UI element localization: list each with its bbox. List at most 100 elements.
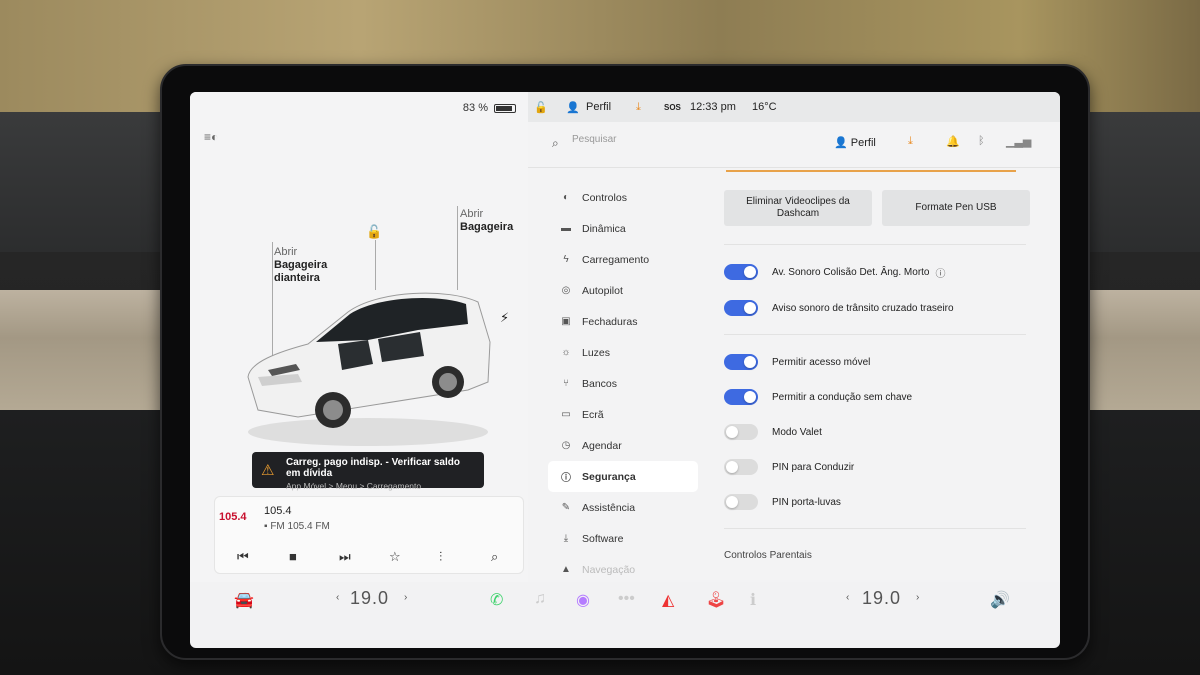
nav-software[interactable]: ⤓ Software <box>548 523 698 554</box>
bell-icon[interactable]: 🔔 <box>946 135 960 148</box>
pin-to-drive-toggle[interactable] <box>724 459 758 475</box>
toggle-label: Permitir acesso móvel <box>772 356 871 368</box>
navigation-icon: ▲ <box>561 564 571 575</box>
steering-icon: ◎ <box>561 285 571 296</box>
top-profile-label[interactable]: Perfil <box>586 101 611 113</box>
driver-temperature: 19.0 <box>350 588 390 608</box>
nav-label: Fechaduras <box>582 315 638 328</box>
volume-icon[interactable]: 🔊 <box>990 590 1010 610</box>
nav-label: Navegação <box>582 563 636 576</box>
download-icon[interactable]: ⤓ <box>636 101 641 114</box>
media-search-icon[interactable]: ⌕ <box>491 549 498 565</box>
sos-icon[interactable]: SOS <box>664 103 681 112</box>
temp-left-up-arrow[interactable]: › <box>404 592 407 603</box>
toggle-label: PIN para Conduzir <box>772 461 855 473</box>
car-model-image <box>247 292 491 446</box>
nav-agendar[interactable]: ◷ Agendar <box>548 430 698 461</box>
toggle-label: PIN porta-luvas <box>772 496 841 508</box>
stop-icon[interactable]: ■ <box>289 549 297 564</box>
nav-controlos[interactable]: ◐ Controlos <box>548 182 698 213</box>
divider <box>724 334 1026 335</box>
nav-luzes[interactable]: ☼ Luzes <box>548 337 698 368</box>
equalizer-icon[interactable]: ⫶ <box>439 549 442 565</box>
toggle-row-mobile-access[interactable]: Permitir acesso móvel <box>724 352 870 372</box>
valet-mode-toggle[interactable] <box>724 424 758 440</box>
nav-label: Segurança <box>582 470 636 483</box>
delete-dashcam-clips-button[interactable]: Eliminar Videoclipes da Dashcam <box>724 190 872 226</box>
toggle-row-pin-to-drive[interactable]: PIN para Conduzir <box>724 457 854 477</box>
unlock-icon[interactable]: 🔓 <box>366 224 382 240</box>
media-player[interactable]: 105.4 105.4 ▪ FM 105.4 FM ⏮ ■ ⏭ ☆ ⫶ ⌕ <box>214 496 524 574</box>
more-apps-icon[interactable]: ••• <box>618 590 635 608</box>
previous-track-icon[interactable]: ⏮ <box>237 549 249 565</box>
keyless-driving-toggle[interactable] <box>724 389 758 405</box>
car-icon[interactable]: 🚘 <box>234 590 254 610</box>
nav-label: Luzes <box>582 346 611 359</box>
display-icon: ▭ <box>561 409 571 420</box>
charge-port-icon[interactable]: ⚡ <box>500 310 509 326</box>
nav-seguranca[interactable]: ⓘ Segurança <box>548 461 698 492</box>
sun-icon: ☼ <box>561 347 571 358</box>
settings-panel: ⌕ 👤 Perfil ⤓ 🔔 ᛒ ▁▃▅ ◐ Controlos ▬ Dinâmic… <box>528 122 1060 582</box>
search-input[interactable] <box>572 134 772 145</box>
clock-icon: ◷ <box>561 440 571 451</box>
rear-trunk-button[interactable]: Abrir Bagageira <box>460 208 513 234</box>
camera-icon[interactable]: ◉ <box>576 590 590 610</box>
toggle-row-glovebox-pin[interactable]: PIN porta-luvas <box>724 492 841 512</box>
nav-dinamica[interactable]: ▬ Dinâmica <box>548 213 698 244</box>
blind-spot-chime-toggle[interactable] <box>724 264 758 280</box>
signal-icon: ▁▃▅ <box>1006 136 1032 148</box>
toggle-row-valet-mode[interactable]: Modo Valet <box>724 422 822 442</box>
temp-right-down-arrow[interactable]: ‹ <box>846 592 849 603</box>
lock-icon: ▣ <box>561 316 571 327</box>
search-icon: ⌕ <box>552 136 559 150</box>
nav-bancos[interactable]: ⑂ Bancos <box>548 368 698 399</box>
nav-label: Assistência <box>582 501 636 514</box>
nav-assistencia[interactable]: ✎ Assistência <box>548 492 698 523</box>
mobile-access-toggle[interactable] <box>724 354 758 370</box>
download-icon: ⤓ <box>563 533 569 544</box>
info-app-icon[interactable]: ℹ <box>750 590 756 610</box>
music-icon[interactable]: ♫ <box>534 590 546 608</box>
clock-time: 12:33 pm <box>690 101 736 113</box>
front-trunk-line2: Bagageira <box>274 259 328 271</box>
toggle-row-cross-traffic[interactable]: Aviso sonoro de trânsito cruzado traseir… <box>724 298 954 318</box>
nav-label: Agendar <box>582 439 622 452</box>
phone-icon[interactable]: ✆ <box>490 590 503 610</box>
nav-label: Ecrã <box>582 408 604 421</box>
nav-autopilot[interactable]: ◎ Autopilot <box>548 275 698 306</box>
arcade-joystick-icon[interactable]: 🕹 <box>706 590 726 610</box>
bottom-dock: 🚘 ‹ 19.0 › ✆ ♫ ◉ ••• ◭ 🕹 ℹ ‹ 19.0 › 🔊 <box>190 582 1060 622</box>
glovebox-pin-toggle[interactable] <box>724 494 758 510</box>
temp-left-down-arrow[interactable]: ‹ <box>336 592 339 603</box>
nav-carregamento[interactable]: ϟ Carregamento <box>548 244 698 275</box>
navigation-app-icon[interactable]: ◭ <box>662 590 674 610</box>
header-download-icon[interactable]: ⤓ <box>908 135 913 148</box>
lock-status-icon[interactable]: 🔓 <box>534 101 548 114</box>
settings-content: Eliminar Videoclipes da Dashcam Formate … <box>724 162 1030 582</box>
nav-navegacao[interactable]: ▲ Navegação <box>548 554 698 585</box>
bolt-icon: ϟ <box>563 254 569 265</box>
nav-label: Carregamento <box>582 253 650 266</box>
nav-label: Bancos <box>582 377 618 390</box>
info-icon[interactable]: ⓘ <box>936 265 946 280</box>
nav-ecra[interactable]: ▭ Ecrã <box>548 399 698 430</box>
front-trunk-button[interactable]: Abrir Bagageira dianteira <box>274 246 327 285</box>
headlight-icon[interactable]: ≡◐ <box>204 130 218 144</box>
next-track-icon[interactable]: ⏭ <box>339 549 351 565</box>
rear-cross-traffic-toggle[interactable] <box>724 300 758 316</box>
toggle-row-keyless-driving[interactable]: Permitir a condução sem chave <box>724 387 912 407</box>
favorite-star-icon[interactable]: ☆ <box>389 549 401 565</box>
format-usb-button[interactable]: Formate Pen USB <box>882 190 1030 226</box>
profile-icon[interactable]: 👤 <box>566 101 580 114</box>
charging-alert[interactable]: ⚠ Carreg. pago indisp. - Verificar saldo… <box>252 452 484 491</box>
bluetooth-icon[interactable]: ᛒ <box>978 135 985 147</box>
rear-trunk-line2: Bagageira <box>460 221 514 233</box>
toggle-icon: ◐ <box>562 192 570 203</box>
temp-right-up-arrow[interactable]: › <box>916 592 919 603</box>
header-profile[interactable]: 👤 Perfil <box>834 136 876 149</box>
toggle-row-blind-spot[interactable]: Av. Sonoro Colisão Det. Âng. Morto ⓘ <box>724 262 946 282</box>
divider <box>724 244 1026 245</box>
nav-fechaduras[interactable]: ▣ Fechaduras <box>548 306 698 337</box>
alert-subtitle: App Móvel > Menu > Carregamento <box>286 481 422 491</box>
